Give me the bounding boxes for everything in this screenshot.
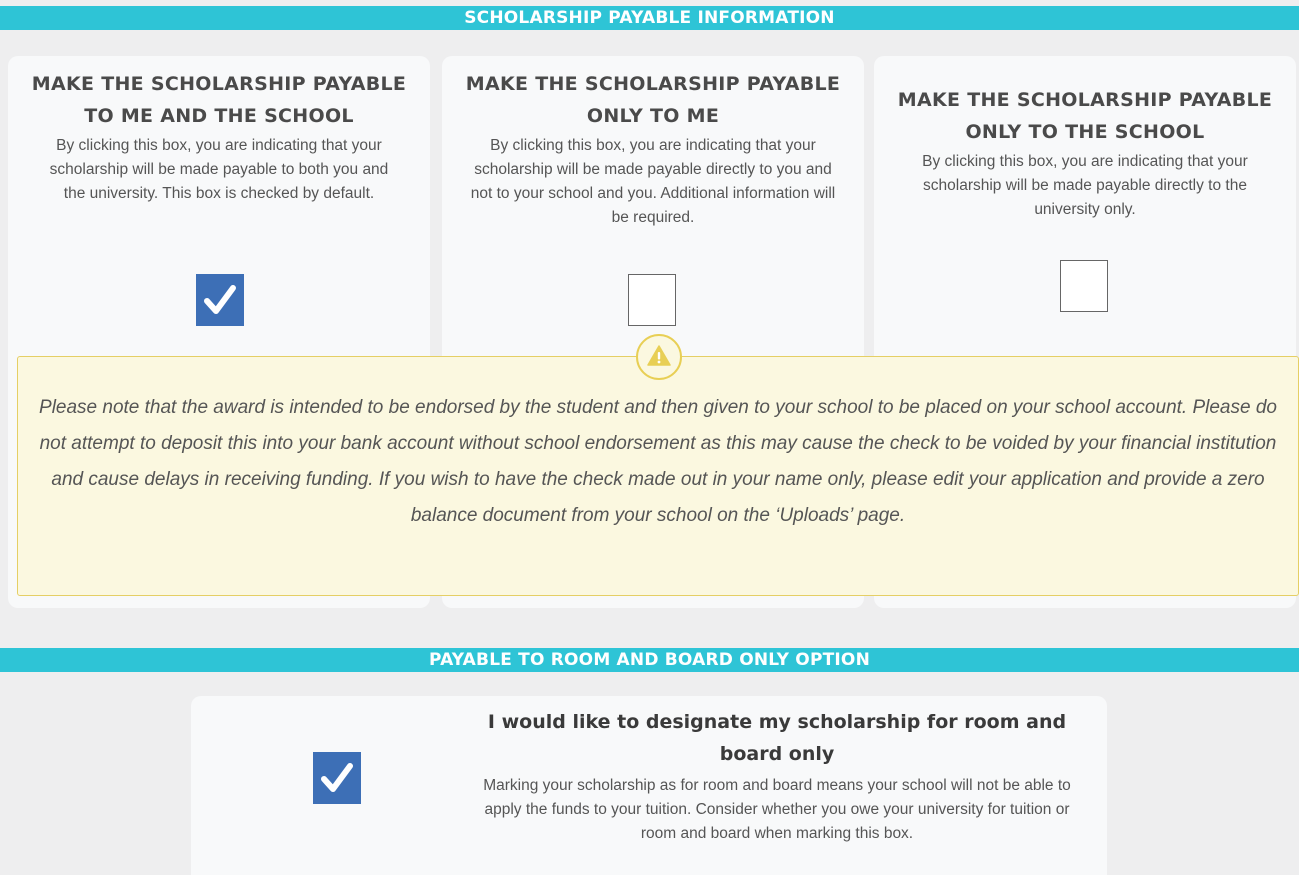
checkbox-only-me[interactable] — [628, 274, 676, 326]
checkmark-icon — [204, 285, 236, 314]
warning-badge — [636, 334, 682, 380]
checkbox-me-and-school[interactable] — [196, 274, 244, 326]
option-heading: MAKE THE SCHOLARSHIP PAYABLE TO ME AND T… — [18, 56, 420, 132]
section-banner-payable-info: SCHOLARSHIP PAYABLE INFORMATION — [0, 6, 1299, 30]
option-heading: MAKE THE SCHOLARSHIP PAYABLE ONLY TO ME — [452, 56, 854, 132]
checkmark-icon — [321, 763, 353, 792]
option-description: By clicking this box, you are indicating… — [470, 137, 836, 226]
option-heading-line2: TO ME AND THE SCHOOL — [84, 105, 354, 127]
option-heading-line2: ONLY TO ME — [586, 105, 720, 127]
room-and-board-description: Marking your scholarship as for room and… — [483, 777, 1071, 842]
option-description: By clicking this box, you are indicating… — [49, 137, 389, 202]
checkbox-room-and-board[interactable] — [313, 752, 361, 804]
option-heading-line1: MAKE THE SCHOLARSHIP PAYABLE — [31, 73, 407, 95]
option-description: By clicking this box, you are indicating… — [922, 153, 1248, 218]
room-heading-line2: board only — [719, 743, 835, 765]
option-heading-line1: MAKE THE SCHOLARSHIP PAYABLE — [465, 73, 841, 95]
notice-text: Please note that the award is intended t… — [39, 397, 1277, 526]
room-and-board-heading: I would like to designate my scholarship… — [462, 706, 1092, 770]
section-banner-room-and-board: PAYABLE TO ROOM AND BOARD ONLY OPTION — [0, 648, 1299, 672]
warning-icon — [647, 345, 671, 366]
endorsement-notice: Please note that the award is intended t… — [17, 356, 1299, 596]
option-heading-line1: MAKE THE SCHOLARSHIP PAYABLE — [897, 89, 1273, 111]
option-heading-line2: ONLY TO THE SCHOOL — [965, 121, 1205, 143]
option-heading: MAKE THE SCHOLARSHIP PAYABLE ONLY TO THE… — [884, 56, 1286, 148]
checkbox-only-school[interactable] — [1060, 260, 1108, 312]
room-and-board-text: I would like to designate my scholarship… — [462, 706, 1092, 846]
room-heading-line1: I would like to designate my scholarship… — [487, 711, 1067, 733]
